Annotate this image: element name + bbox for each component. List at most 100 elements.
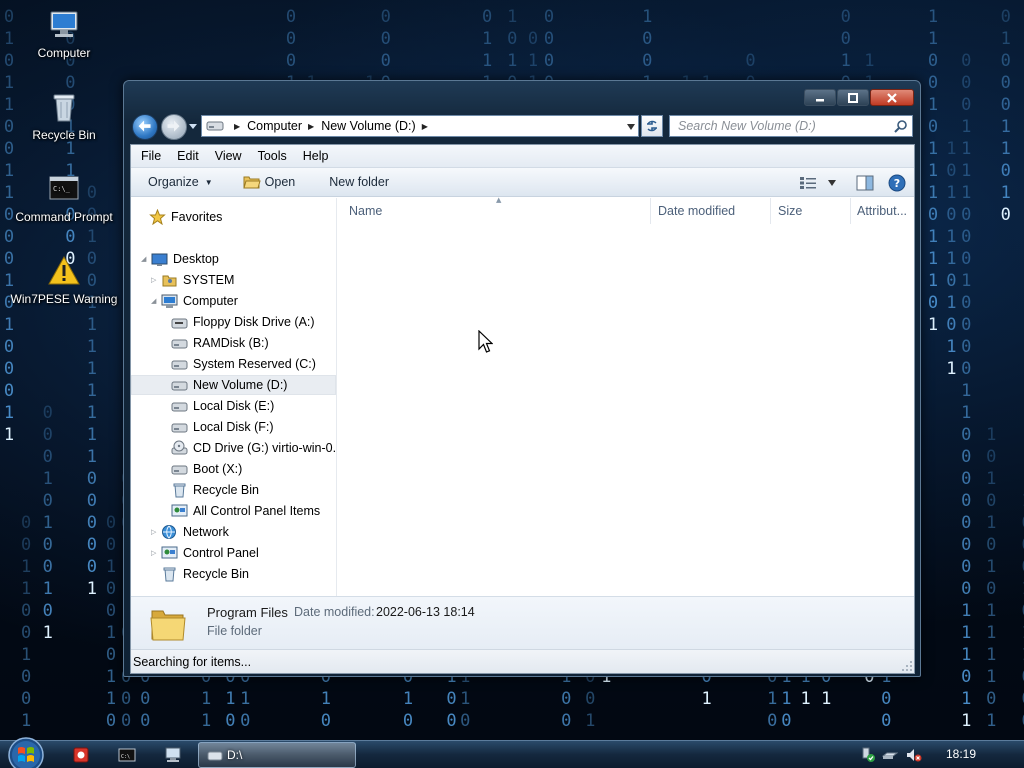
address-bar[interactable]: ▶ Computer ▶ New Volume (D:) ▶ xyxy=(201,115,639,137)
matrix-glyph: 0 xyxy=(43,403,53,423)
change-view-button[interactable] xyxy=(800,176,836,189)
matrix-glyph: 1 xyxy=(87,337,97,357)
matrix-glyph: 1 xyxy=(946,139,956,159)
matrix-glyph: 0 xyxy=(928,51,938,71)
search-icon[interactable] xyxy=(894,120,907,133)
matrix-glyph: 0 xyxy=(121,689,131,709)
navigation-row: ▶ Computer ▶ New Volume (D:) ▶ Search Ne… xyxy=(131,112,915,140)
resize-grip-icon[interactable] xyxy=(902,661,912,671)
breadcrumb-computer[interactable]: Computer ▶ xyxy=(247,119,321,133)
matrix-glyph: 1 xyxy=(946,293,956,313)
preview-pane-icon[interactable] xyxy=(856,175,874,191)
tree-expander-icon[interactable]: ▷ xyxy=(151,276,156,284)
matrix-glyph: 0 xyxy=(561,711,571,731)
refresh-button[interactable] xyxy=(641,115,663,137)
tree-expander-icon[interactable]: ▷ xyxy=(151,528,156,536)
start-button[interactable] xyxy=(6,735,46,768)
nav-item-desktop[interactable]: ◢ Desktop xyxy=(141,249,219,269)
command-bar: Organize ▼ Open New folder ? xyxy=(131,168,914,197)
nav-item-all-control-panel-items[interactable]: All Control Panel Items xyxy=(171,501,320,521)
nav-item-local-disk-f[interactable]: Local Disk (F:) xyxy=(171,417,274,437)
nav-item-system-reserved-c[interactable]: System Reserved (C:) xyxy=(171,354,316,374)
recent-pages-dropdown-icon[interactable] xyxy=(189,122,197,130)
nav-item-local-disk-e[interactable]: Local Disk (E:) xyxy=(171,396,274,416)
nav-item-ramdisk-b[interactable]: RAMDisk (B:) xyxy=(171,333,269,353)
nav-item-cd-drive-g-virtio-win-0-1[interactable]: CD Drive (G:) virtio-win-0.1. xyxy=(171,438,336,458)
nav-item-computer[interactable]: ◢ Computer xyxy=(151,291,238,311)
quicklaunch-red-app-icon[interactable] xyxy=(72,746,90,764)
nav-item-floppy-disk-drive-a[interactable]: Floppy Disk Drive (A:) xyxy=(171,312,315,332)
organize-button[interactable]: Organize ▼ xyxy=(131,168,223,196)
drive-icon xyxy=(171,381,188,391)
tree-expander-icon[interactable]: ▷ xyxy=(151,549,156,557)
file-list[interactable]: ▲ Name Date modified Size Attribut... xyxy=(338,196,914,596)
close-button[interactable] xyxy=(870,89,914,106)
caption-buttons xyxy=(804,89,914,106)
minimize-button[interactable] xyxy=(804,89,836,106)
matrix-glyph: 0 xyxy=(544,29,554,49)
nav-favorites[interactable]: Favorites xyxy=(149,207,222,227)
computer-icon xyxy=(50,11,78,37)
matrix-glyph: 0 xyxy=(4,381,14,401)
matrix-glyph: 0 xyxy=(21,623,31,643)
taskbar-button-explorer[interactable]: D:\ xyxy=(198,742,356,768)
matrix-glyph: 0 xyxy=(961,315,971,335)
matrix-glyph: 0 xyxy=(286,7,296,27)
clock[interactable]: 18:19 xyxy=(946,747,976,761)
matrix-glyph: 0 xyxy=(961,337,971,357)
refresh-icon xyxy=(647,120,657,132)
quicklaunch-computer-icon[interactable] xyxy=(164,746,182,764)
breadcrumb-separator-icon[interactable]: ▶ xyxy=(234,122,240,131)
breadcrumb-separator-icon[interactable]: ▶ xyxy=(422,122,428,131)
tray-network-icon[interactable] xyxy=(882,747,898,763)
nav-item-boot-x[interactable]: Boot (X:) xyxy=(171,459,242,479)
tray-volume-muted-icon[interactable] xyxy=(906,747,922,763)
matrix-glyph: 0 xyxy=(21,667,31,687)
column-header-name[interactable]: Name xyxy=(338,198,651,224)
nav-item-recycle-bin[interactable]: Recycle Bin xyxy=(171,480,259,500)
matrix-glyph: 1 xyxy=(986,469,996,489)
matrix-glyph: 0 xyxy=(43,447,53,467)
matrix-glyph: 0 xyxy=(767,711,777,731)
matrix-glyph: 0 xyxy=(4,359,14,379)
menu-tools[interactable]: Tools xyxy=(250,149,295,163)
tray-usb-safe-remove-icon[interactable] xyxy=(860,747,876,763)
tree-expander-icon[interactable]: ◢ xyxy=(141,255,146,263)
nav-item-network[interactable]: ▷ Network xyxy=(151,522,229,542)
back-button[interactable] xyxy=(132,114,158,140)
desktop-icon-warning[interactable]: Win7PESE Warning xyxy=(9,254,119,306)
column-header-size[interactable]: Size xyxy=(771,198,851,224)
menu-help[interactable]: Help xyxy=(295,149,337,163)
nav-item-system[interactable]: ▷ SYSTEM xyxy=(151,270,234,290)
matrix-glyph: 0 xyxy=(745,51,755,71)
new-folder-button[interactable]: New folder xyxy=(319,168,399,196)
drive-icon xyxy=(171,465,188,475)
desktop-icon-computer[interactable]: Computer xyxy=(9,8,119,60)
quicklaunch-command-prompt-icon[interactable]: C:\ xyxy=(118,746,136,764)
matrix-glyph: 1 xyxy=(946,249,956,269)
computer-icon xyxy=(161,294,178,308)
breadcrumb-separator-icon[interactable]: ▶ xyxy=(308,122,314,131)
nav-item-control-panel[interactable]: ▷ Control Panel xyxy=(151,543,259,563)
nav-item-new-volume-d[interactable]: New Volume (D:) xyxy=(131,375,336,395)
search-input[interactable]: Search New Volume (D:) xyxy=(669,115,913,137)
matrix-glyph: 1 xyxy=(986,601,996,621)
forward-button[interactable] xyxy=(161,114,187,140)
matrix-glyph: 0 xyxy=(544,7,554,27)
open-button[interactable]: Open xyxy=(233,168,306,196)
address-dropdown-icon[interactable] xyxy=(626,123,636,131)
nav-item-recycle-bin[interactable]: Recycle Bin xyxy=(161,564,249,584)
desktop-icon-recycle-bin[interactable]: Recycle Bin xyxy=(9,90,119,142)
matrix-glyph: 1 xyxy=(106,667,116,687)
desktop-icon-command-prompt[interactable]: C:\_ Command Prompt xyxy=(9,172,119,224)
menu-view[interactable]: View xyxy=(207,149,250,163)
breadcrumb-new-volume[interactable]: New Volume (D:) ▶ xyxy=(321,119,435,133)
column-header-attributes[interactable]: Attribut... xyxy=(851,198,914,224)
help-icon[interactable]: ? xyxy=(888,174,906,192)
menu-file[interactable]: File xyxy=(133,149,169,163)
column-header-date-modified[interactable]: Date modified xyxy=(651,198,771,224)
tree-expander-icon[interactable]: ◢ xyxy=(151,297,156,305)
maximize-button[interactable] xyxy=(837,89,869,106)
matrix-glyph: 1 xyxy=(507,51,517,71)
menu-edit[interactable]: Edit xyxy=(169,149,207,163)
